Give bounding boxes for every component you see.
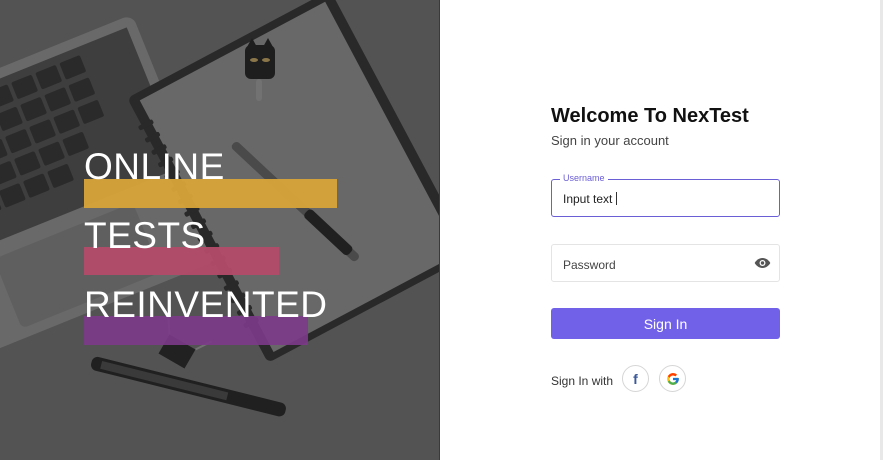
google-icon xyxy=(666,372,679,385)
username-label: Username xyxy=(560,173,608,183)
username-value[interactable]: Input text xyxy=(563,192,618,206)
eye-icon[interactable] xyxy=(754,256,771,270)
sign-in-button[interactable]: Sign In xyxy=(551,308,780,339)
hero-word-tests: TESTS xyxy=(84,215,206,256)
username-field[interactable]: Username Input text xyxy=(551,173,780,217)
social-sign-in-label: Sign In with xyxy=(551,374,614,388)
hero-word-online: ONLINE xyxy=(84,146,225,187)
facebook-sign-in-button[interactable]: f xyxy=(622,365,649,392)
password-placeholder: Password xyxy=(563,258,616,272)
hero-image-panel: ONLINE TESTS REINVENTED xyxy=(0,0,440,460)
facebook-icon: f xyxy=(633,370,638,387)
page-title: Welcome To NexTest xyxy=(551,105,749,127)
hero-word-reinvented: REINVENTED xyxy=(84,284,328,325)
google-sign-in-button[interactable] xyxy=(659,365,686,392)
login-panel: Welcome To NexTest Sign in your account … xyxy=(440,0,883,460)
page-subtitle: Sign in your account xyxy=(551,133,669,148)
photo-dark-overlay xyxy=(0,0,439,460)
password-field[interactable]: Password xyxy=(551,244,780,282)
text-caret xyxy=(616,192,618,205)
